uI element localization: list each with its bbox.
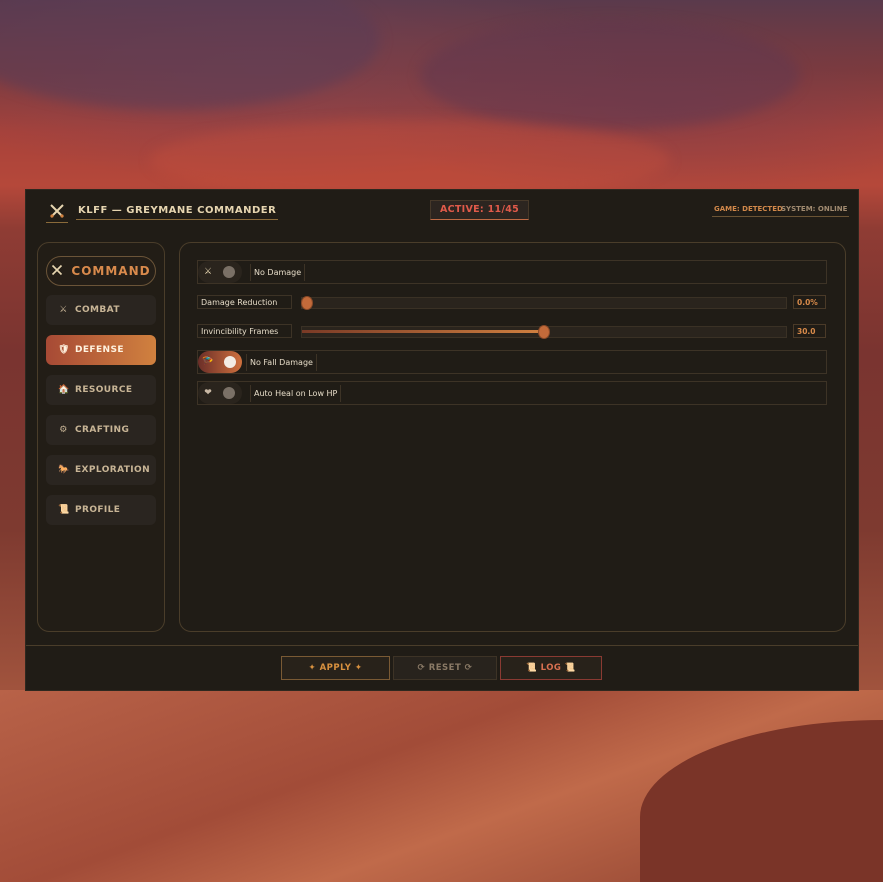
command-label: COMMAND [71, 264, 151, 278]
toggle-row-auto-heal: ❤ Auto Heal on Low HP [197, 381, 827, 405]
toggle-auto-heal[interactable]: ❤ [198, 382, 242, 404]
slider-label: Invincibility Frames [197, 324, 292, 338]
footer-divider [26, 645, 858, 646]
damage-reduction-slider[interactable] [301, 297, 787, 309]
toggle-row-no-damage: ⚔ No Damage [197, 260, 827, 284]
defense-panel: ⚔ No Damage Damage Reduction 0.0% Invinc… [179, 242, 846, 632]
system-status: SYSTEM: ONLINE [779, 203, 850, 217]
shield-icon: 🛡 [58, 345, 70, 355]
heart-icon: ❤ [204, 388, 212, 398]
sidebar-item-label: CRAFTING [75, 425, 130, 435]
active-count-badge: ACTIVE: 11/45 [430, 200, 529, 220]
sky-cloud [150, 120, 670, 200]
app-window: KLFF — GREYMANE COMMANDER ACTIVE: 11/45 … [26, 190, 858, 690]
toggle-knob [224, 356, 236, 368]
slider-fill [302, 330, 544, 333]
toggle-no-damage[interactable]: ⚔ [198, 261, 242, 283]
apply-button[interactable]: ✦ APPLY ✦ [281, 656, 390, 680]
app-title: KLFF — GREYMANE COMMANDER [76, 203, 279, 220]
titlebar: KLFF — GREYMANE COMMANDER ACTIVE: 11/45 … [26, 190, 858, 230]
slider-label: Damage Reduction [197, 295, 292, 309]
sidebar: COMMAND ⚔ COMBAT 🛡 DEFENSE 🏠 RESOURCE ⚙ … [37, 242, 165, 632]
toggle-label: Auto Heal on Low HP [250, 384, 342, 402]
sky-cloud [0, 0, 380, 110]
sidebar-item-exploration[interactable]: 🐎 EXPLORATION [46, 455, 156, 485]
slider-thumb[interactable] [302, 297, 312, 309]
horse-icon: 🐎 [58, 465, 70, 475]
sidebar-item-label: DEFENSE [75, 345, 124, 355]
log-button[interactable]: 📜 LOG 📜 [500, 656, 602, 680]
crossed-swords-icon [51, 264, 63, 279]
game-status: GAME: DETECTED [712, 203, 785, 217]
parachute-icon: 🪂 [202, 357, 214, 367]
swords-icon: ⚔ [203, 267, 213, 277]
swords-icon: ⚔ [59, 305, 68, 315]
reset-button[interactable]: ⟳ RESET ⟳ [393, 656, 497, 680]
toggle-label: No Damage [250, 263, 306, 281]
slider-thumb[interactable] [539, 326, 549, 338]
sidebar-item-profile[interactable]: 📜 PROFILE [46, 495, 156, 525]
slider-row-invincibility-frames: Invincibility Frames 30.0 [197, 324, 827, 340]
sidebar-item-label: PROFILE [75, 505, 121, 515]
sky-cloud [420, 20, 800, 130]
sidebar-item-crafting[interactable]: ⚙ CRAFTING [46, 415, 156, 445]
sidebar-item-combat[interactable]: ⚔ COMBAT [46, 295, 156, 325]
house-icon: 🏠 [58, 385, 70, 395]
sidebar-item-resource[interactable]: 🏠 RESOURCE [46, 375, 156, 405]
slider-row-damage-reduction: Damage Reduction 0.0% [197, 295, 827, 311]
invincibility-frames-slider[interactable] [301, 326, 787, 338]
sidebar-item-label: RESOURCE [75, 385, 133, 395]
gear-icon: ⚙ [59, 425, 68, 435]
crossed-swords-icon [46, 200, 68, 223]
slider-value: 30.0 [793, 324, 826, 338]
sidebar-item-defense[interactable]: 🛡 DEFENSE [46, 335, 156, 365]
scroll-icon: 📜 [58, 505, 70, 515]
toggle-knob [223, 387, 235, 399]
sidebar-item-label: COMBAT [75, 305, 120, 315]
toggle-no-fall-damage[interactable]: 🪂 [198, 351, 242, 373]
toggle-label: No Fall Damage [246, 353, 317, 371]
toggle-row-no-fall-damage: 🪂 No Fall Damage [197, 350, 827, 374]
slider-value: 0.0% [793, 295, 826, 309]
brand: KLFF — GREYMANE COMMANDER [46, 200, 279, 223]
toggle-knob [223, 266, 235, 278]
sidebar-item-label: EXPLORATION [75, 465, 151, 475]
command-header[interactable]: COMMAND [46, 256, 156, 286]
